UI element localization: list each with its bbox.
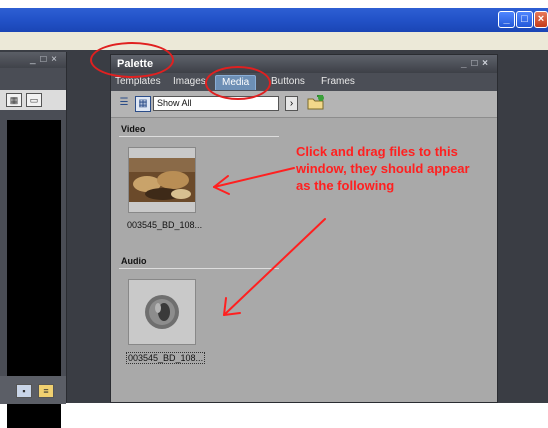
annotation-arrows: [213, 167, 326, 316]
arrow-to-audio: [223, 218, 326, 316]
